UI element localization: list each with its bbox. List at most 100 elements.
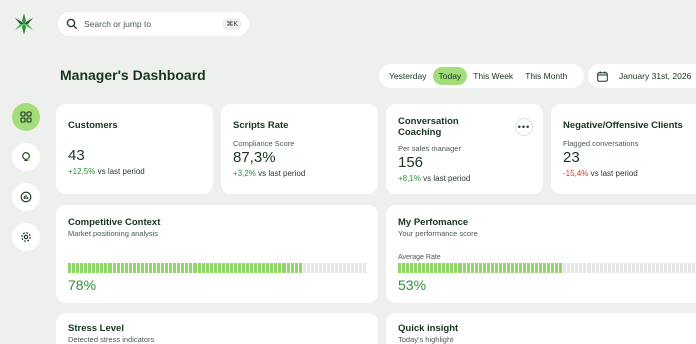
progress-segment xyxy=(335,263,339,273)
progress-segment xyxy=(233,263,237,273)
progress-segment xyxy=(631,263,635,273)
progress-segment xyxy=(128,263,132,273)
progress-segment xyxy=(619,263,623,273)
progress-segment xyxy=(68,263,72,273)
progress-segment xyxy=(623,263,627,273)
progress-segment xyxy=(527,263,531,273)
progress-segment xyxy=(414,263,418,273)
progress-segment xyxy=(229,263,233,273)
range-option-today[interactable]: Today xyxy=(432,67,468,85)
progress-segment xyxy=(112,263,116,273)
progress-segment xyxy=(676,263,680,273)
conversation-coaching-card: Conversation Coaching ••• Per sales mana… xyxy=(386,104,543,194)
delta-suffix: vs last period xyxy=(97,167,145,176)
progress-segment xyxy=(254,263,258,273)
card-subtitle: Your performance score xyxy=(398,229,478,238)
stress-level-card: Stress Level Detected stress indicators xyxy=(56,313,378,344)
card-delta: -15,4% vs last period xyxy=(563,169,684,178)
range-option-this-month[interactable]: This Month xyxy=(519,67,573,85)
bulb-icon xyxy=(22,152,30,162)
sidebar-item-settings[interactable] xyxy=(12,223,40,251)
sidebar-item-dashboard[interactable] xyxy=(12,103,40,131)
progress-segment xyxy=(402,263,406,273)
progress-segment xyxy=(559,263,563,273)
progress-segment xyxy=(647,263,651,273)
progress-segment xyxy=(490,263,494,273)
sidebar-item-reports[interactable] xyxy=(12,183,40,211)
range-option-yesterday[interactable]: Yesterday xyxy=(383,67,433,85)
chart-icon xyxy=(20,191,32,203)
progress-segment xyxy=(522,263,526,273)
progress-segment xyxy=(302,263,306,273)
progress-segment xyxy=(474,263,478,273)
card-value: 23 xyxy=(563,149,580,166)
progress-segment xyxy=(201,263,205,273)
progress-segment xyxy=(551,263,555,273)
progress-segment xyxy=(482,263,486,273)
progress-segment xyxy=(108,263,112,273)
progress-segment xyxy=(331,263,335,273)
progress-segment xyxy=(639,263,643,273)
card-value: 43 xyxy=(68,147,85,164)
card-delta: +12,5% vs last period xyxy=(68,167,201,176)
delta-suffix: vs last period xyxy=(258,169,306,178)
progress-segment xyxy=(177,263,181,273)
progress-segment xyxy=(124,263,128,273)
card-label: Per sales manager xyxy=(398,144,461,153)
progress-segment xyxy=(140,263,144,273)
delta-value: -15,4% xyxy=(563,169,589,178)
competitive-progress-bar xyxy=(68,263,367,273)
progress-segment xyxy=(502,263,506,273)
quick-insight-card: Quick insight Today's highlight xyxy=(386,313,696,344)
date-picker[interactable]: January 31st, 2026 xyxy=(588,64,696,88)
progress-segment xyxy=(518,263,522,273)
progress-segment xyxy=(185,263,189,273)
progress-segment xyxy=(591,263,595,273)
progress-segment xyxy=(478,263,482,273)
card-title: Scripts Rate xyxy=(233,120,289,131)
progress-segment xyxy=(221,263,225,273)
progress-segment xyxy=(410,263,414,273)
progress-segment xyxy=(298,263,302,273)
card-title: Conversation Coaching xyxy=(398,116,459,138)
gear-icon xyxy=(21,232,31,242)
sidebar-item-insights[interactable] xyxy=(12,143,40,171)
progress-segment xyxy=(635,263,639,273)
more-options-button[interactable]: ••• xyxy=(515,118,533,136)
progress-segment xyxy=(567,263,571,273)
progress-segment xyxy=(96,263,100,273)
progress-segment xyxy=(458,263,462,273)
search-bar[interactable]: ⌘K xyxy=(58,12,249,36)
delta-suffix: vs last period xyxy=(590,169,638,178)
progress-segment xyxy=(498,263,502,273)
progress-segment xyxy=(213,263,217,273)
card-title: Negative/Offensive Clients xyxy=(563,120,683,131)
progress-segment xyxy=(197,263,201,273)
calendar-icon xyxy=(597,70,608,82)
progress-segment xyxy=(132,263,136,273)
progress-segment xyxy=(514,263,518,273)
search-input[interactable] xyxy=(84,19,224,29)
progress-segment xyxy=(587,263,591,273)
delta-value: +8,1% xyxy=(398,174,421,183)
progress-segment xyxy=(152,263,157,273)
date-range-selector: Yesterday Today This Week This Month xyxy=(379,64,584,88)
progress-segment xyxy=(398,263,402,273)
progress-segment xyxy=(76,263,80,273)
progress-segment xyxy=(607,263,611,273)
progress-segment xyxy=(84,263,88,273)
progress-segment xyxy=(599,263,603,273)
progress-segment xyxy=(579,263,583,273)
progress-segment xyxy=(643,263,647,273)
progress-segment xyxy=(603,263,607,273)
progress-segment xyxy=(466,263,470,273)
progress-segment xyxy=(430,263,434,273)
progress-segment xyxy=(575,263,579,273)
progress-segment xyxy=(173,263,177,273)
progress-segment xyxy=(246,263,250,273)
progress-segment xyxy=(688,263,692,273)
range-option-this-week[interactable]: This Week xyxy=(467,67,519,85)
progress-segment xyxy=(310,263,314,273)
grid-icon xyxy=(20,111,32,123)
progress-segment xyxy=(290,263,294,273)
